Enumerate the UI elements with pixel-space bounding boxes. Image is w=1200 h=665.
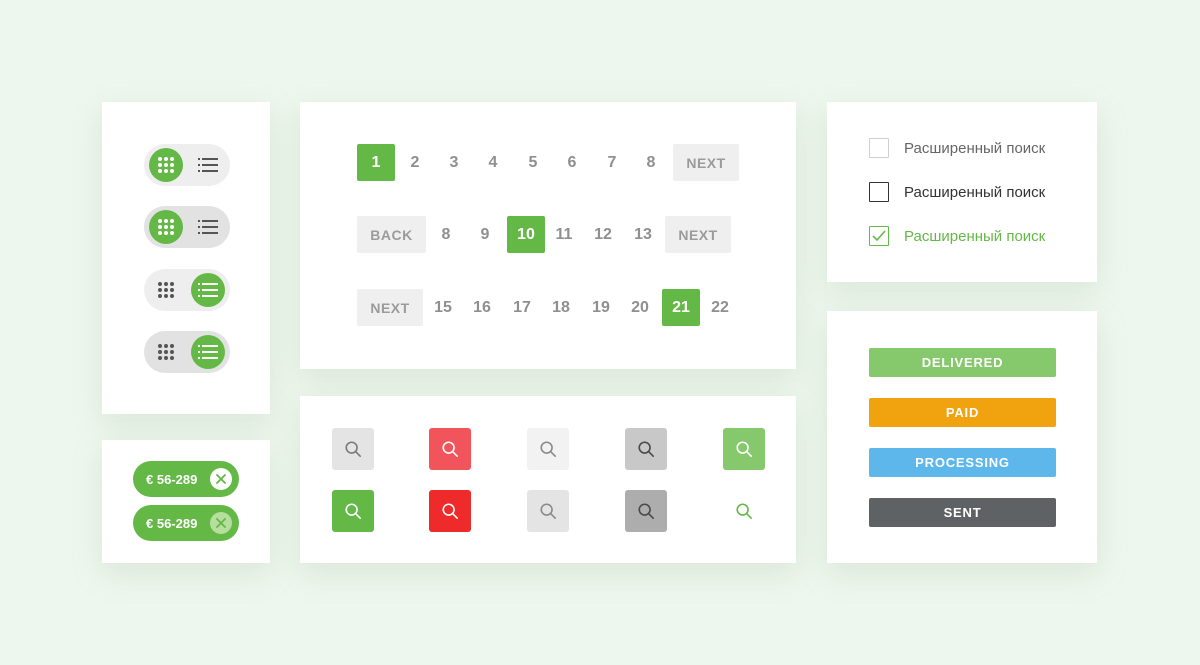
price-filter-chip: € 56-289 xyxy=(133,505,239,541)
search-button[interactable] xyxy=(723,490,765,532)
page-number[interactable]: 13 xyxy=(624,216,662,253)
list-view-option[interactable] xyxy=(191,210,225,244)
view-toggle[interactable] xyxy=(144,206,230,248)
next-button[interactable]: NEXT xyxy=(665,216,731,253)
checkbox[interactable] xyxy=(869,182,889,202)
page-number[interactable]: 7 xyxy=(593,144,631,181)
page-number[interactable]: 5 xyxy=(514,144,552,181)
status-badge-delivered: DELIVERED xyxy=(869,348,1056,377)
remove-chip-button[interactable] xyxy=(210,512,232,534)
list-icon xyxy=(198,158,218,172)
search-button[interactable] xyxy=(723,428,765,470)
check-icon xyxy=(872,230,886,242)
search-icon xyxy=(442,503,459,520)
grid-icon xyxy=(158,282,174,298)
page-number[interactable]: 12 xyxy=(584,216,622,253)
grid-icon xyxy=(158,157,174,173)
checkbox[interactable] xyxy=(869,138,889,158)
status-badge-sent: SENT xyxy=(869,498,1056,527)
close-icon xyxy=(216,474,226,484)
list-icon xyxy=(198,220,218,234)
remove-chip-button[interactable] xyxy=(210,468,232,490)
search-icon xyxy=(736,441,753,458)
page-number[interactable]: 2 xyxy=(396,144,434,181)
page-number[interactable]: 20 xyxy=(621,289,659,326)
list-view-option[interactable] xyxy=(191,273,225,307)
page-number[interactable]: 6 xyxy=(553,144,591,181)
status-badge-paid: PAID xyxy=(869,398,1056,427)
chip-label: € 56-289 xyxy=(146,515,198,531)
page-number[interactable]: 11 xyxy=(545,216,583,253)
search-button[interactable] xyxy=(332,490,374,532)
list-view-option[interactable] xyxy=(191,335,225,369)
page-number[interactable]: 4 xyxy=(474,144,512,181)
search-icon xyxy=(345,441,362,458)
search-icon xyxy=(345,503,362,520)
search-icon xyxy=(638,441,655,458)
view-toggle[interactable] xyxy=(144,269,230,311)
checkbox-card: Расширенный поиск Расширенный поиск Расшир… xyxy=(827,102,1097,282)
grid-view-option[interactable] xyxy=(149,335,183,369)
price-filter-chip: € 56-289 xyxy=(133,461,239,497)
close-icon xyxy=(216,518,226,528)
search-button[interactable] xyxy=(429,428,471,470)
checkbox-row[interactable]: Расширенный поиск xyxy=(869,181,1045,203)
page-current[interactable]: 10 xyxy=(507,216,545,253)
grid-icon xyxy=(158,344,174,360)
search-button[interactable] xyxy=(527,490,569,532)
page-number[interactable]: 8 xyxy=(427,216,465,253)
list-icon xyxy=(198,345,218,359)
search-icon xyxy=(736,503,753,520)
checkbox[interactable] xyxy=(869,226,889,246)
page-number[interactable]: 19 xyxy=(582,289,620,326)
page-current[interactable]: 1 xyxy=(357,144,395,181)
search-button[interactable] xyxy=(332,428,374,470)
page-number[interactable]: 3 xyxy=(435,144,473,181)
page-number[interactable]: 18 xyxy=(542,289,580,326)
view-toggle[interactable] xyxy=(144,144,230,186)
view-toggle-card xyxy=(102,102,270,414)
filter-chips-card: € 56-289 € 56-289 xyxy=(102,440,270,563)
page-number[interactable]: 15 xyxy=(424,289,462,326)
search-button[interactable] xyxy=(625,490,667,532)
page-number[interactable]: 22 xyxy=(701,289,739,326)
checkbox-label: Расширенный поиск xyxy=(904,183,1046,201)
grid-view-option[interactable] xyxy=(149,148,183,182)
search-button[interactable] xyxy=(527,428,569,470)
status-badges-card: DELIVERED PAID PROCESSING SENT xyxy=(827,311,1097,563)
status-badge-processing: PROCESSING xyxy=(869,448,1056,477)
checkbox-row[interactable]: Расширенный поиск xyxy=(869,137,1045,159)
search-icon xyxy=(540,441,557,458)
search-button[interactable] xyxy=(625,428,667,470)
page-number[interactable]: 16 xyxy=(463,289,501,326)
checkbox-row[interactable]: Расширенный поиск xyxy=(869,225,1045,247)
list-icon xyxy=(198,283,218,297)
grid-view-option[interactable] xyxy=(149,273,183,307)
grid-icon xyxy=(158,219,174,235)
search-icon xyxy=(540,503,557,520)
checkbox-label: Расширенный поиск xyxy=(904,227,1046,245)
list-view-option[interactable] xyxy=(191,148,225,182)
back-button[interactable]: BACK xyxy=(357,216,426,253)
page-number[interactable]: 9 xyxy=(466,216,504,253)
page-number[interactable]: 17 xyxy=(503,289,541,326)
search-icon xyxy=(442,441,459,458)
page-current[interactable]: 21 xyxy=(662,289,700,326)
page-number[interactable]: 8 xyxy=(632,144,670,181)
chip-label: € 56-289 xyxy=(146,471,198,487)
search-button[interactable] xyxy=(429,490,471,532)
view-toggle[interactable] xyxy=(144,331,230,373)
pagination-card: 1 2 3 4 5 6 7 8 NEXT BACK 8 9 10 11 12 13 NEXT NEXT 15 16 17… xyxy=(300,102,796,369)
search-buttons-card xyxy=(300,396,796,563)
checkbox-label: Расширенный поиск xyxy=(904,139,1046,157)
grid-view-option[interactable] xyxy=(149,210,183,244)
next-button[interactable]: NEXT xyxy=(673,144,739,181)
search-icon xyxy=(638,503,655,520)
next-button[interactable]: NEXT xyxy=(357,289,423,326)
